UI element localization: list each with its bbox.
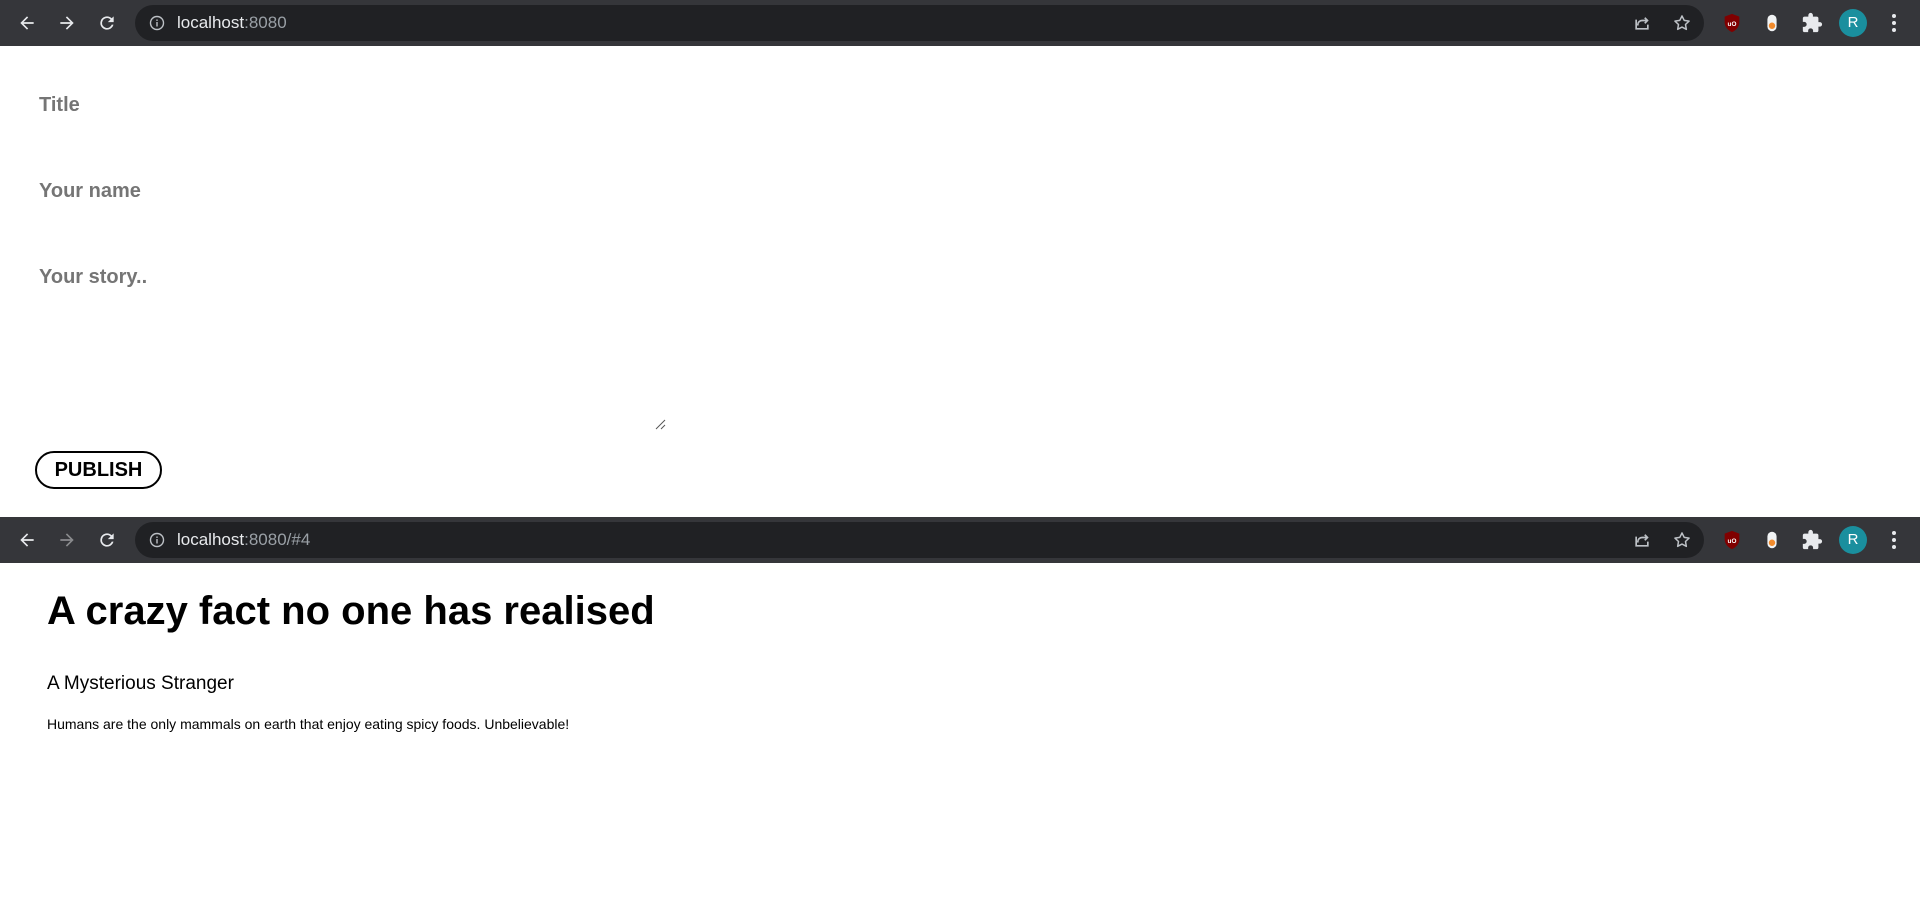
url-text: localhost:8080 — [177, 5, 287, 41]
story-author: A Mysterious Stranger — [47, 673, 234, 694]
publish-button[interactable]: PUBLISH — [35, 451, 162, 489]
share-icon[interactable] — [1632, 13, 1652, 33]
reload-icon — [100, 533, 114, 547]
browser-toolbar: localhost:8080/#4 uO R — [0, 517, 1920, 563]
site-info-icon[interactable] — [149, 532, 165, 548]
extension-orange-icon — [1767, 14, 1777, 32]
browser-toolbar: localhost:8080 uO R — [0, 0, 1920, 46]
story-title: A crazy fact no one has realised — [47, 589, 655, 633]
name-input[interactable]: Your name — [39, 180, 141, 203]
ublock-extension[interactable]: uO — [1720, 11, 1744, 35]
ublock-extension[interactable]: uO — [1720, 528, 1744, 552]
back-icon — [20, 16, 34, 30]
menu-dots-icon[interactable] — [1882, 528, 1906, 552]
orange-extension[interactable] — [1760, 11, 1784, 35]
resize-grip-icon[interactable] — [654, 418, 666, 430]
url-text: localhost:8080/#4 — [177, 522, 310, 558]
story-body: Humans are the only mammals on earth tha… — [47, 716, 570, 732]
address-bar[interactable]: localhost:8080 — [135, 5, 1704, 41]
svg-text:uO: uO — [1728, 21, 1737, 28]
bookmark-star-icon[interactable] — [1672, 530, 1692, 550]
bookmark-star-icon[interactable] — [1672, 13, 1692, 33]
story-textarea[interactable]: Your story.. — [34, 262, 666, 430]
back-button[interactable] — [11, 7, 43, 39]
site-info-icon[interactable] — [149, 15, 165, 31]
profile-avatar[interactable]: R — [1839, 526, 1867, 554]
back-icon — [20, 533, 34, 547]
back-button[interactable] — [11, 524, 43, 556]
reload-button[interactable] — [91, 7, 123, 39]
ublock-icon: uO — [1724, 530, 1740, 550]
share-icon[interactable] — [1632, 530, 1652, 550]
svg-text:uO: uO — [1728, 538, 1737, 545]
extensions-puzzle-icon — [1802, 529, 1823, 550]
address-bar[interactable]: localhost:8080/#4 — [135, 522, 1704, 558]
profile-avatar[interactable]: R — [1839, 9, 1867, 37]
reload-icon — [100, 16, 114, 30]
ublock-icon: uO — [1724, 13, 1740, 33]
url-host: localhost — [177, 13, 245, 32]
browser-window-story: localhost:8080/#4 uO R A crazy fact no o… — [0, 517, 1920, 918]
extensions-puzzle-icon — [1802, 12, 1823, 33]
orange-extension[interactable] — [1760, 528, 1784, 552]
extension-orange-icon — [1767, 531, 1777, 549]
url-host: localhost — [177, 530, 245, 549]
reload-button[interactable] — [91, 524, 123, 556]
browser-window-form: localhost:8080 uO R Title Your name Your… — [0, 0, 1920, 517]
forward-icon — [60, 533, 74, 547]
url-rest: :8080/#4 — [244, 530, 311, 549]
forward-icon — [60, 16, 74, 30]
forward-button[interactable] — [51, 524, 83, 556]
forward-button[interactable] — [51, 7, 83, 39]
extensions-button[interactable] — [1800, 528, 1824, 552]
story-placeholder: Your story.. — [39, 266, 148, 288]
title-input[interactable]: Title — [39, 94, 80, 117]
url-rest: :8080 — [244, 13, 287, 32]
menu-dots-icon[interactable] — [1882, 11, 1906, 35]
extensions-button[interactable] — [1800, 11, 1824, 35]
